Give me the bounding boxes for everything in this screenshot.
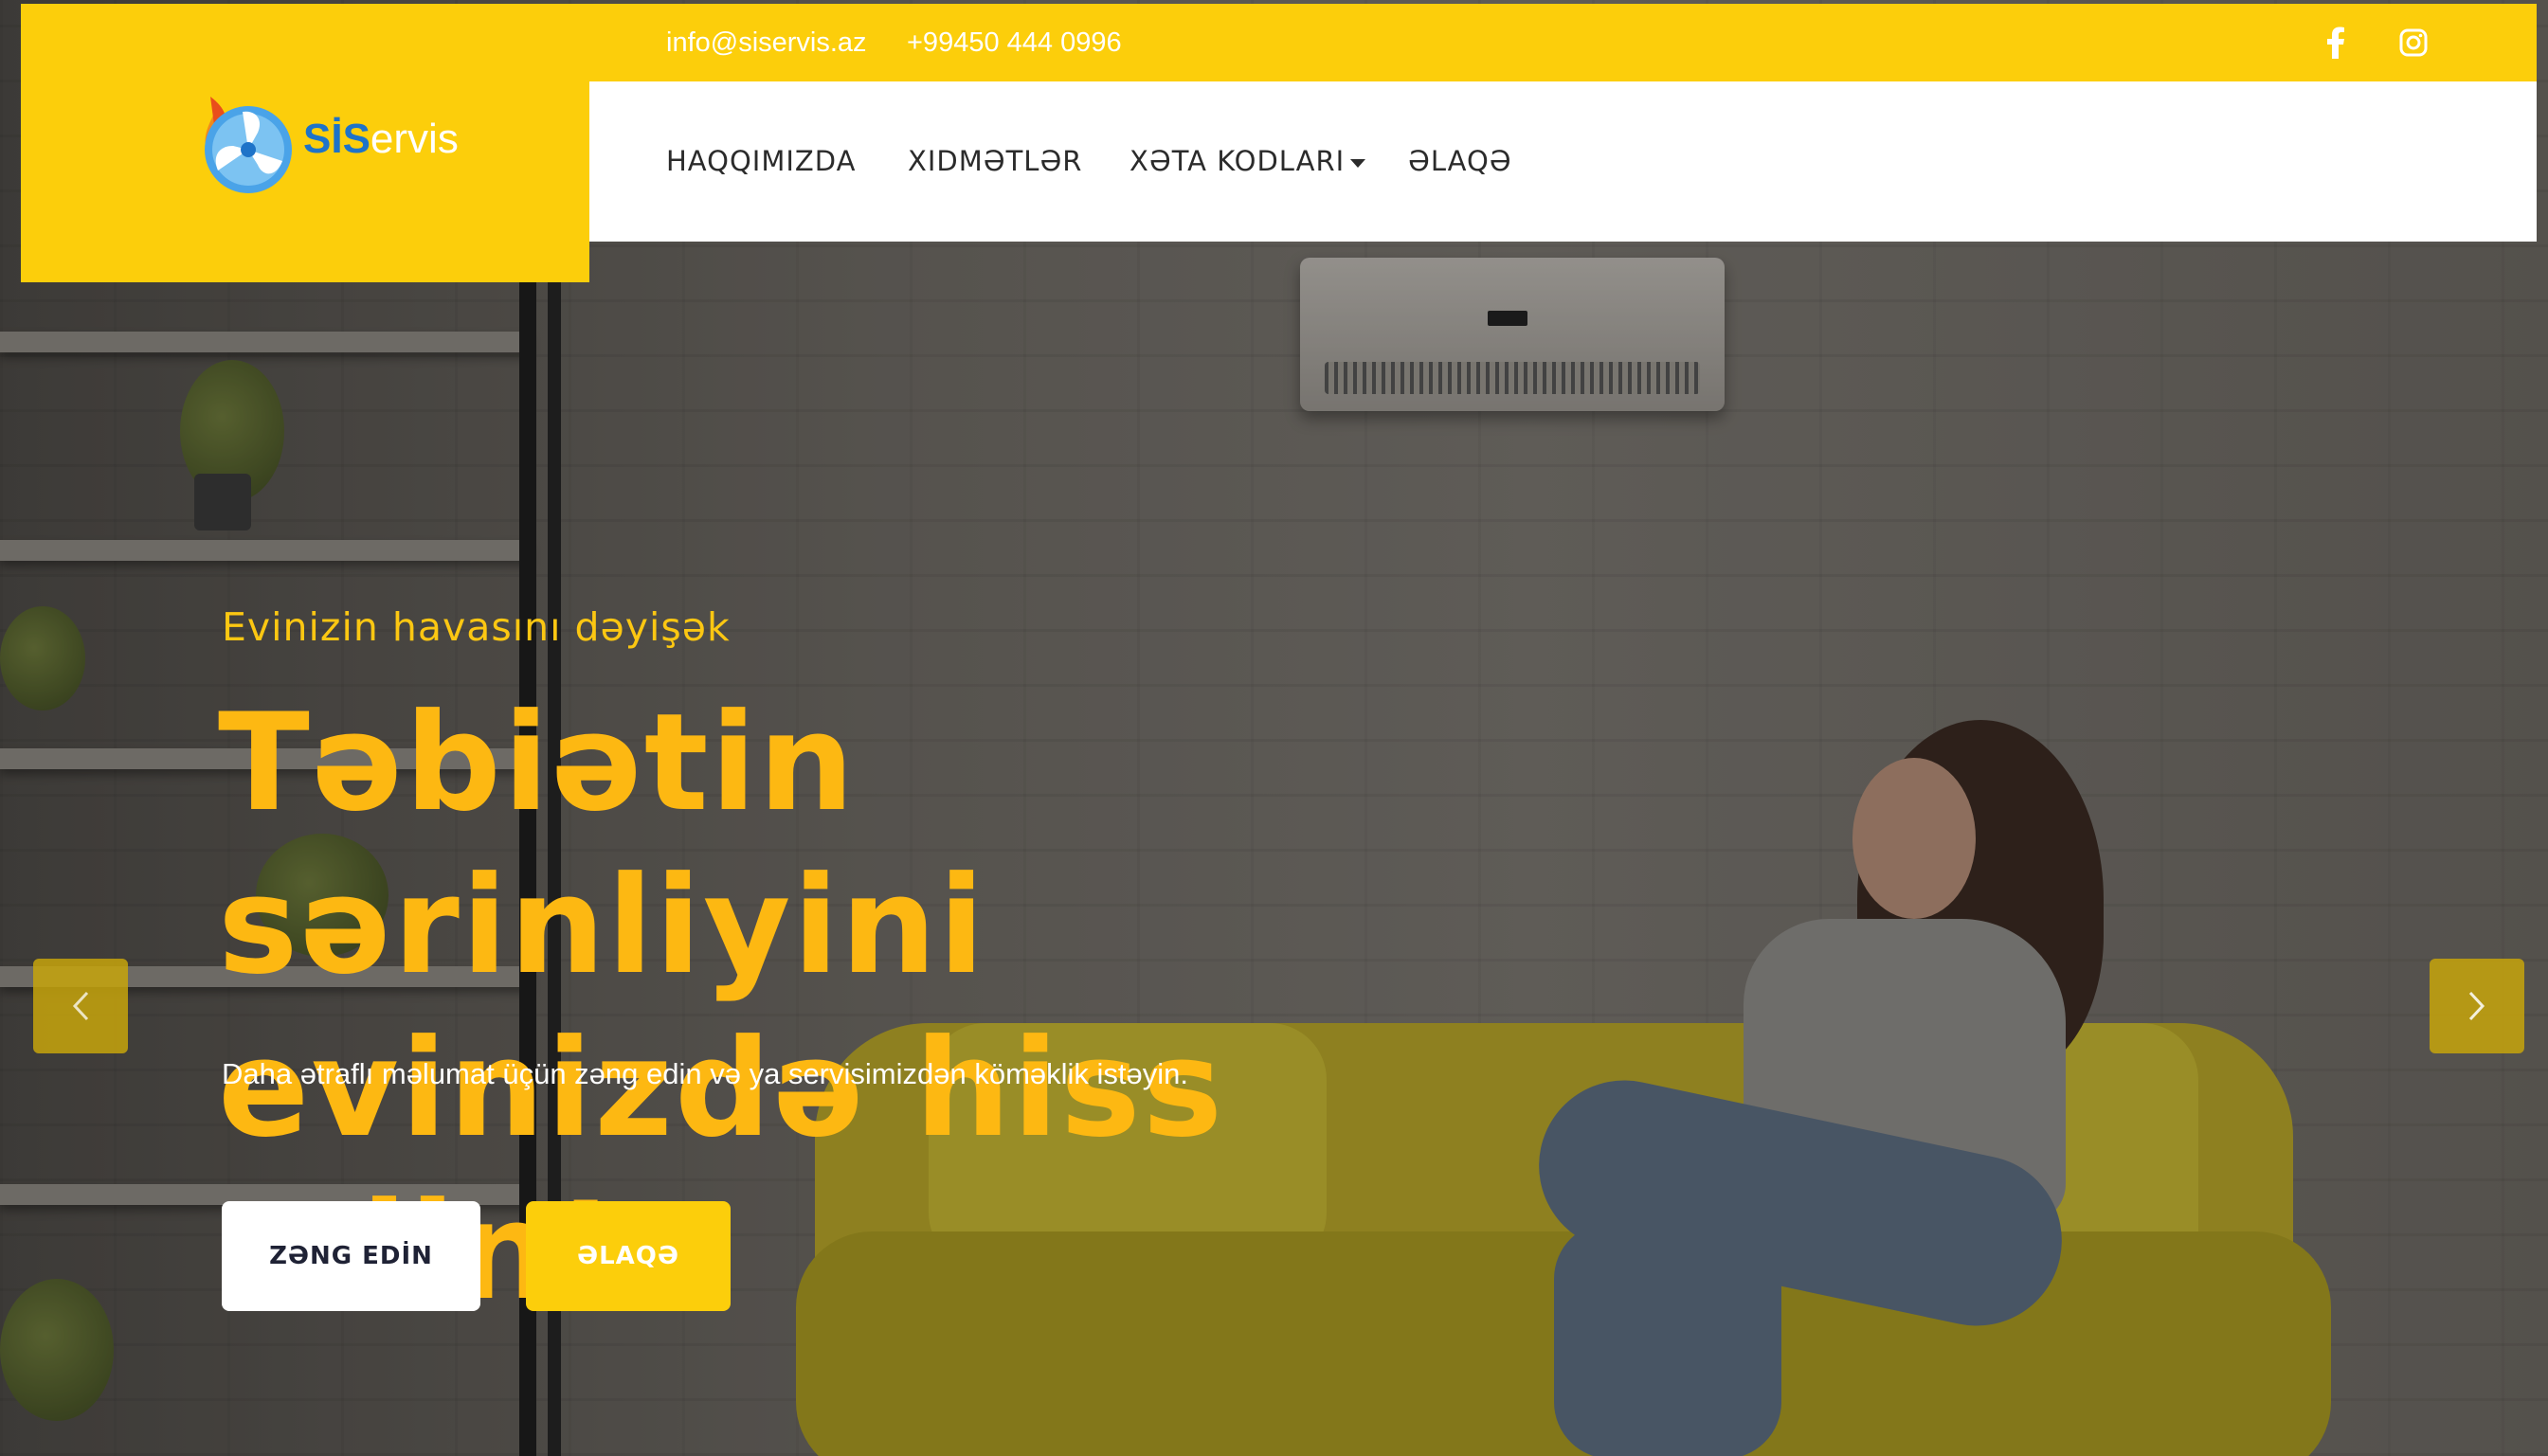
instagram-icon[interactable] — [2395, 25, 2431, 61]
call-button[interactable]: ZƏNG EDİN — [222, 1201, 480, 1311]
logo-text-rest: ervis — [370, 116, 459, 162]
logo-text: SİServis — [303, 116, 459, 163]
nav-item-about[interactable]: HAQQIMIZDA — [666, 81, 856, 242]
contact-button[interactable]: ƏLAQƏ — [526, 1201, 731, 1311]
chevron-left-icon — [72, 991, 89, 1021]
nav-item-contact[interactable]: ƏLAQƏ — [1408, 81, 1512, 242]
carousel-prev-button[interactable] — [33, 959, 128, 1053]
hero-headline-line1: Təbiətin sərinliyini — [218, 685, 986, 1004]
phone-link[interactable]: +99450 444 0996 — [907, 4, 1122, 81]
hero-subtext: Daha ətraflı məlumat üçün zəng edin və y… — [222, 1057, 1189, 1090]
facebook-icon[interactable] — [2318, 25, 2354, 61]
nav-item-error-codes[interactable]: XƏTA KODLARI — [1129, 81, 1366, 242]
carousel-next-button[interactable] — [2430, 959, 2524, 1053]
logo-block[interactable]: SİServis — [21, 4, 589, 282]
logo-text-bold: SİS — [303, 116, 370, 162]
main-nav: HAQQIMIZDA XIDMƏTLƏR XƏTA KODLARI ƏLAQƏ — [589, 81, 2537, 242]
nav-item-services[interactable]: XIDMƏTLƏR — [908, 81, 1082, 242]
email-link[interactable]: info@siservis.az — [666, 4, 867, 81]
hero-eyebrow: Evinizin havasını dəyişək — [222, 604, 731, 650]
chevron-right-icon — [2468, 991, 2485, 1021]
logo-fan-icon — [205, 97, 292, 193]
nav-item-error-codes-label: XƏTA KODLARI — [1129, 145, 1346, 177]
caret-down-icon — [1350, 158, 1366, 168]
